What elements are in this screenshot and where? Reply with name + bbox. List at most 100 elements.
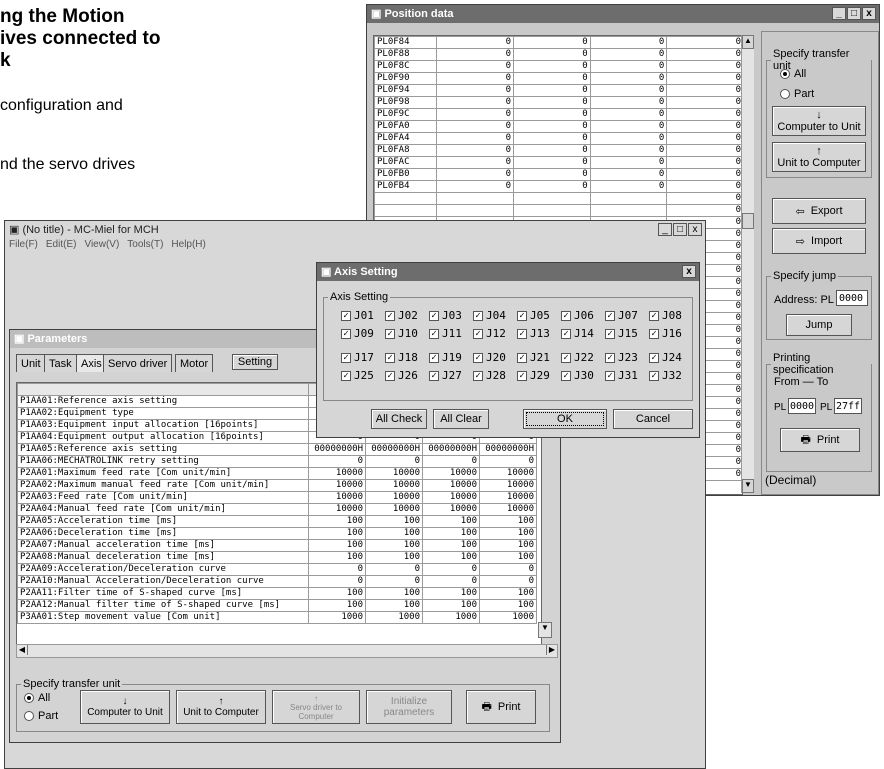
address-input[interactable]: 0000 xyxy=(836,290,868,306)
position-value-cell[interactable]: 0 xyxy=(589,36,668,49)
parameter-value[interactable]: 0 xyxy=(308,455,366,468)
parameter-value[interactable]: 10000 xyxy=(365,467,423,480)
jump-button[interactable]: Jump xyxy=(786,314,852,336)
position-value-cell[interactable]: 0 xyxy=(436,180,514,193)
parameter-value[interactable]: 10000 xyxy=(308,467,366,480)
axis-checkbox[interactable]: ✓ J03 xyxy=(429,309,462,322)
position-value-cell[interactable]: 0 xyxy=(666,36,744,49)
parameter-value[interactable]: 100 xyxy=(479,515,537,528)
parameter-value[interactable]: 100 xyxy=(365,599,423,612)
unit-to-computer-button[interactable]: ↑ Unit to Computer xyxy=(772,142,866,172)
position-value-cell[interactable]: 0 xyxy=(589,96,668,109)
parameter-value[interactable]: 0 xyxy=(422,563,480,576)
scroll-down-icon[interactable]: ▼ xyxy=(742,479,754,493)
position-value-cell[interactable]: 0 xyxy=(436,168,514,181)
axis-checkbox[interactable]: ✓ J15 xyxy=(605,327,638,340)
parameter-value[interactable]: 1000 xyxy=(365,611,423,624)
position-value-cell[interactable]: 0 xyxy=(513,180,591,193)
position-value-cell[interactable]: 0 xyxy=(513,60,591,73)
position-value-cell[interactable] xyxy=(589,192,668,205)
axis-checkbox[interactable]: ✓ J12 xyxy=(473,327,506,340)
position-value-cell[interactable]: 0 xyxy=(436,84,514,97)
axis-checkbox[interactable]: ✓ J19 xyxy=(429,351,462,364)
position-value-cell[interactable] xyxy=(513,192,591,205)
axis-checkbox[interactable]: ✓ J08 xyxy=(649,309,682,322)
parameter-value[interactable]: 100 xyxy=(365,515,423,528)
position-value-cell[interactable]: 0 xyxy=(513,36,591,49)
param-unit-to-computer-button[interactable]: ↑ Unit to Computer xyxy=(176,690,266,724)
parameter-value[interactable]: 100 xyxy=(308,587,366,600)
position-value-cell[interactable]: 0 xyxy=(436,72,514,85)
print-button[interactable]: 🖶 Print xyxy=(780,428,860,452)
position-value-cell[interactable]: 0 xyxy=(666,192,744,205)
position-value-cell[interactable]: 0 xyxy=(666,204,744,217)
axis-checkbox[interactable]: ✓ J27 xyxy=(429,369,462,382)
close-icon[interactable]: x xyxy=(682,265,696,278)
parameter-value[interactable]: 10000 xyxy=(365,491,423,504)
close-icon[interactable]: x xyxy=(862,7,876,20)
position-value-cell[interactable]: 0 xyxy=(666,120,744,133)
position-value-cell[interactable]: 0 xyxy=(666,48,744,61)
position-value-cell[interactable]: 0 xyxy=(436,144,514,157)
position-value-cell[interactable]: 0 xyxy=(513,168,591,181)
axis-checkbox[interactable]: ✓ J30 xyxy=(561,369,594,382)
axis-checkbox[interactable]: ✓ J32 xyxy=(649,369,682,382)
parameter-value[interactable]: 100 xyxy=(479,527,537,540)
parameter-value[interactable]: 10000 xyxy=(422,479,480,492)
parameter-value[interactable]: 100 xyxy=(422,551,480,564)
position-value-cell[interactable]: 0 xyxy=(436,96,514,109)
position-value-cell[interactable]: 0 xyxy=(436,108,514,121)
computer-to-unit-button[interactable]: ↓ Computer to Unit xyxy=(772,106,866,136)
axis-checkbox[interactable]: ✓ J26 xyxy=(385,369,418,382)
close-icon[interactable]: x xyxy=(688,223,702,236)
scroll-thumb[interactable] xyxy=(742,213,754,229)
parameter-value[interactable]: 100 xyxy=(422,527,480,540)
parameter-value[interactable]: 10000 xyxy=(365,503,423,516)
param-radio-all[interactable]: All xyxy=(24,692,50,704)
position-value-cell[interactable]: 0 xyxy=(666,60,744,73)
axis-checkbox[interactable]: ✓ J02 xyxy=(385,309,418,322)
axis-checkbox[interactable]: ✓ J31 xyxy=(605,369,638,382)
position-value-cell[interactable]: 0 xyxy=(666,96,744,109)
axis-checkbox[interactable]: ✓ J17 xyxy=(341,351,374,364)
axis-checkbox[interactable]: ✓ J20 xyxy=(473,351,506,364)
menu-file[interactable]: File(F) xyxy=(9,239,38,250)
axis-checkbox[interactable]: ✓ J01 xyxy=(341,309,374,322)
axis-checkbox[interactable]: ✓ J06 xyxy=(561,309,594,322)
menu-tools[interactable]: Tools(T) xyxy=(127,239,163,250)
parameter-value[interactable]: 10000 xyxy=(479,479,537,492)
axis-checkbox[interactable]: ✓ J16 xyxy=(649,327,682,340)
position-value-cell[interactable] xyxy=(436,192,514,205)
position-value-cell[interactable]: 0 xyxy=(589,84,668,97)
position-value-cell[interactable]: 0 xyxy=(513,120,591,133)
position-value-cell[interactable]: 0 xyxy=(666,144,744,157)
param-computer-to-unit-button[interactable]: ↓ Computer to Unit xyxy=(80,690,170,724)
ok-button[interactable]: OK xyxy=(523,409,607,429)
parameter-value[interactable]: 0 xyxy=(365,575,423,588)
parameter-value[interactable]: 0 xyxy=(308,575,366,588)
position-value-cell[interactable]: 0 xyxy=(589,72,668,85)
all-check-button[interactable]: All Check xyxy=(371,409,427,429)
position-value-cell[interactable]: 0 xyxy=(436,60,514,73)
position-value-cell[interactable]: 0 xyxy=(513,144,591,157)
parameter-value[interactable]: 100 xyxy=(365,539,423,552)
parameter-value[interactable]: 100 xyxy=(308,551,366,564)
axis-checkbox[interactable]: ✓ J22 xyxy=(561,351,594,364)
parameter-value[interactable]: 0 xyxy=(479,563,537,576)
setting-button[interactable]: Setting xyxy=(232,354,278,370)
position-value-cell[interactable]: 0 xyxy=(436,132,514,145)
parameter-value[interactable]: 100 xyxy=(479,551,537,564)
parameter-value[interactable]: 100 xyxy=(365,587,423,600)
parameter-value[interactable]: 0 xyxy=(422,575,480,588)
parameter-value[interactable]: 00000000H xyxy=(422,443,480,456)
position-value-cell[interactable]: 0 xyxy=(666,72,744,85)
axis-checkbox[interactable]: ✓ J11 xyxy=(429,327,462,340)
maximize-icon[interactable]: □ xyxy=(847,7,861,20)
parameter-value[interactable]: 0 xyxy=(365,455,423,468)
parameter-value[interactable]: 100 xyxy=(422,515,480,528)
position-value-cell[interactable]: 0 xyxy=(513,96,591,109)
position-value-cell[interactable] xyxy=(589,204,668,217)
position-value-cell[interactable] xyxy=(436,204,514,217)
parameter-value[interactable]: 100 xyxy=(479,587,537,600)
parameter-value[interactable]: 0 xyxy=(422,455,480,468)
